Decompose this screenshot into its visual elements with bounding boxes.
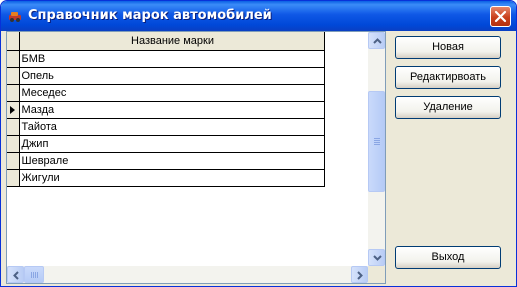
brand-cell[interactable]: Тайота — [18, 117, 325, 136]
scroll-up-icon — [373, 38, 382, 44]
thumb-grip — [374, 138, 380, 139]
car-icon — [9, 12, 21, 22]
close-button[interactable] — [490, 6, 511, 27]
client-area: Название марки БМВ Опель Меседес Мазда Т… — [4, 31, 513, 285]
dialog-window: Справочник марок автомобилей Название ма… — [0, 0, 517, 287]
row-indicator[interactable] — [7, 66, 20, 85]
column-header-name[interactable]: Название марки — [19, 32, 325, 51]
scrollbar-corner — [368, 266, 385, 283]
row-indicator[interactable] — [7, 134, 20, 153]
brand-cell[interactable]: Меседес — [18, 83, 325, 102]
edit-brand-button[interactable]: Редактирвоать — [395, 66, 501, 89]
new-brand-button[interactable]: Новая — [395, 36, 501, 59]
brands-table: Название марки БМВ Опель Меседес Мазда Т… — [7, 32, 325, 187]
vertical-scroll-thumb[interactable] — [368, 91, 385, 192]
horizontal-scrollbar[interactable] — [7, 266, 368, 283]
scroll-down-button[interactable] — [368, 249, 385, 266]
brand-cell[interactable]: Джип — [18, 134, 325, 153]
brand-cell[interactable]: Опель — [18, 66, 325, 85]
brand-cell[interactable]: БМВ — [18, 49, 325, 68]
window-title: Справочник марок автомобилей — [28, 8, 272, 23]
scroll-left-icon — [13, 271, 19, 280]
thumb-grip — [37, 272, 38, 278]
row-indicator[interactable] — [7, 168, 20, 187]
thumb-grip — [35, 272, 36, 278]
row-indicator-current[interactable] — [7, 100, 20, 119]
title-bar[interactable]: Справочник марок автомобилей — [1, 1, 516, 31]
row-indicator[interactable] — [7, 83, 20, 102]
delete-brand-button[interactable]: Удаление — [395, 96, 501, 119]
exit-button[interactable]: Выход — [395, 246, 501, 269]
brands-grid[interactable]: Название марки БМВ Опель Меседес Мазда Т… — [6, 31, 386, 284]
scroll-right-icon — [357, 271, 363, 280]
scroll-down-icon — [373, 255, 382, 261]
thumb-grip — [374, 144, 380, 145]
row-indicator[interactable] — [7, 117, 20, 136]
row-indicator[interactable] — [7, 49, 20, 68]
close-icon — [494, 10, 507, 23]
brand-cell[interactable]: Шеврале — [18, 151, 325, 170]
brand-cell[interactable]: Жигули — [18, 168, 325, 187]
scroll-right-button[interactable] — [351, 266, 368, 283]
table-row-selected[interactable]: Мазда — [7, 100, 325, 119]
header-row: Название марки — [7, 32, 325, 51]
vertical-scrollbar[interactable] — [368, 32, 385, 266]
header-indicator — [7, 32, 20, 51]
table-row[interactable]: Меседес — [7, 83, 325, 102]
table-row[interactable]: Шеврале — [7, 151, 325, 170]
table-row[interactable]: Тайота — [7, 117, 325, 136]
horizontal-scroll-thumb[interactable] — [24, 266, 44, 283]
scroll-left-button[interactable] — [7, 266, 24, 283]
brand-cell[interactable]: Мазда — [18, 100, 325, 119]
row-pointer-icon — [10, 105, 15, 114]
table-row[interactable]: Жигули — [7, 168, 325, 187]
thumb-grip — [374, 142, 380, 143]
thumb-grip — [374, 140, 380, 141]
thumb-grip — [31, 272, 32, 278]
thumb-grip — [33, 272, 34, 278]
table-row[interactable]: БМВ — [7, 49, 325, 68]
scroll-up-button[interactable] — [368, 32, 385, 49]
table-row[interactable]: Опель — [7, 66, 325, 85]
table-row[interactable]: Джип — [7, 134, 325, 153]
row-indicator[interactable] — [7, 151, 20, 170]
